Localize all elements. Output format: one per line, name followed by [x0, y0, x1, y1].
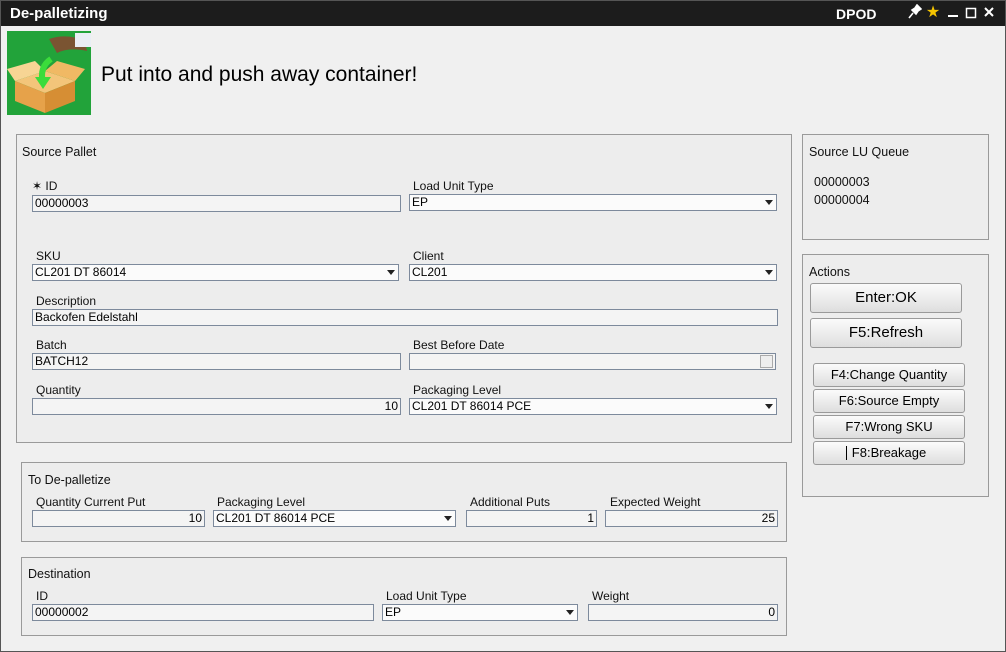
chevron-down-icon: [765, 200, 773, 205]
box-put-icon: [7, 31, 91, 115]
client-value: CL201: [412, 265, 448, 279]
additional-puts-field[interactable]: 1: [466, 510, 597, 527]
put-packaging-level-select[interactable]: CL201 DT 86014 PCE: [213, 510, 456, 527]
packaging-level-select[interactable]: CL201 DT 86014 PCE: [409, 398, 777, 415]
source-empty-button[interactable]: F6:Source Empty: [813, 389, 965, 413]
source-load-unit-type-select[interactable]: EP: [409, 194, 777, 211]
chevron-down-icon: [566, 610, 574, 615]
page-headline: Put into and push away container!: [101, 63, 418, 86]
source-pallet-title: Source Pallet: [22, 145, 97, 159]
window-title: De-palletizing: [10, 5, 108, 22]
quantity-field[interactable]: 10: [32, 398, 401, 415]
destination-load-unit-type-label: Load Unit Type: [386, 589, 467, 603]
change-quantity-button[interactable]: F4:Change Quantity: [813, 363, 965, 387]
sku-select[interactable]: CL201 DT 86014: [32, 264, 399, 281]
description-field[interactable]: Backofen Edelstahl: [32, 309, 778, 326]
quantity-value: 10: [384, 399, 398, 413]
additional-puts-value: 1: [587, 511, 594, 525]
batch-value: BATCH12: [35, 354, 89, 368]
wrong-sku-button[interactable]: F7:Wrong SKU: [813, 415, 965, 439]
weight-value: 0: [768, 605, 775, 619]
quantity-current-put-value: 10: [188, 511, 202, 525]
best-before-date-label: Best Before Date: [413, 338, 505, 352]
batch-label: Batch: [36, 338, 67, 352]
source-load-unit-type-label: Load Unit Type: [413, 179, 494, 193]
put-packaging-level-value: CL201 DT 86014 PCE: [216, 511, 336, 525]
quantity-label: Quantity: [36, 383, 81, 397]
packaging-level-label: Packaging Level: [413, 383, 502, 397]
source-id-field[interactable]: 00000003: [32, 195, 401, 212]
sku-value: CL201 DT 86014: [35, 265, 127, 279]
source-id-value: 00000003: [35, 196, 89, 210]
minimize-icon[interactable]: [945, 1, 961, 19]
actions-title: Actions: [809, 265, 850, 279]
breakage-button-label: F8:Breakage: [851, 445, 927, 460]
additional-puts-label: Additional Puts: [470, 495, 551, 509]
source-lu-queue-title: Source LU Queue: [809, 145, 910, 159]
title-bar: De-palletizing DPOD ★: [1, 1, 1005, 26]
star-icon[interactable]: ★: [925, 2, 941, 21]
calendar-icon[interactable]: [760, 355, 773, 368]
breakage-button[interactable]: F8:Breakage: [813, 441, 965, 465]
client-select[interactable]: CL201: [409, 264, 777, 281]
packaging-level-value: CL201 DT 86014 PCE: [412, 399, 532, 413]
destination-title: Destination: [28, 567, 91, 581]
source-load-unit-type-value: EP: [412, 195, 429, 209]
pin-icon[interactable]: [907, 3, 923, 22]
put-packaging-level-label: Packaging Level: [217, 495, 306, 509]
maximize-icon[interactable]: [963, 4, 979, 22]
client-label: Client: [413, 249, 444, 263]
to-depalletize-title: To De-palletize: [28, 473, 111, 487]
chevron-down-icon: [387, 270, 395, 275]
description-label: Description: [36, 294, 97, 308]
best-before-date-field[interactable]: [409, 353, 776, 370]
sku-label: SKU: [36, 249, 61, 263]
expected-weight-label: Expected Weight: [610, 495, 701, 509]
focus-caret: [846, 446, 847, 460]
expected-weight-field[interactable]: 25: [605, 510, 778, 527]
quantity-current-put-field[interactable]: 10: [32, 510, 205, 527]
chevron-down-icon: [765, 270, 773, 275]
close-icon[interactable]: [981, 4, 997, 22]
destination-load-unit-type-value: EP: [385, 605, 402, 619]
destination-id-value: 00000002: [35, 605, 89, 619]
chevron-down-icon: [765, 404, 773, 409]
destination-load-unit-type-select[interactable]: EP: [382, 604, 578, 621]
ok-button[interactable]: Enter:OK: [810, 283, 962, 313]
destination-id-field[interactable]: 00000002: [32, 604, 374, 621]
weight-field[interactable]: 0: [588, 604, 778, 621]
refresh-button[interactable]: F5:Refresh: [810, 318, 962, 348]
queue-list-item[interactable]: 00000003: [814, 175, 870, 189]
queue-list-item[interactable]: 00000004: [814, 193, 870, 207]
source-id-label: ✶ ID: [32, 179, 58, 193]
weight-label: Weight: [592, 589, 630, 603]
app-name: DPOD: [836, 6, 877, 22]
quantity-current-put-label: Quantity Current Put: [36, 495, 146, 509]
description-value: Backofen Edelstahl: [35, 310, 138, 324]
destination-id-label: ID: [36, 589, 48, 603]
source-pallet-panel: [16, 134, 792, 443]
chevron-down-icon: [444, 516, 452, 521]
batch-field[interactable]: BATCH12: [32, 353, 401, 370]
expected-weight-value: 25: [761, 511, 775, 525]
depalletizing-window: De-palletizing DPOD ★ Put into and push …: [0, 0, 1006, 652]
